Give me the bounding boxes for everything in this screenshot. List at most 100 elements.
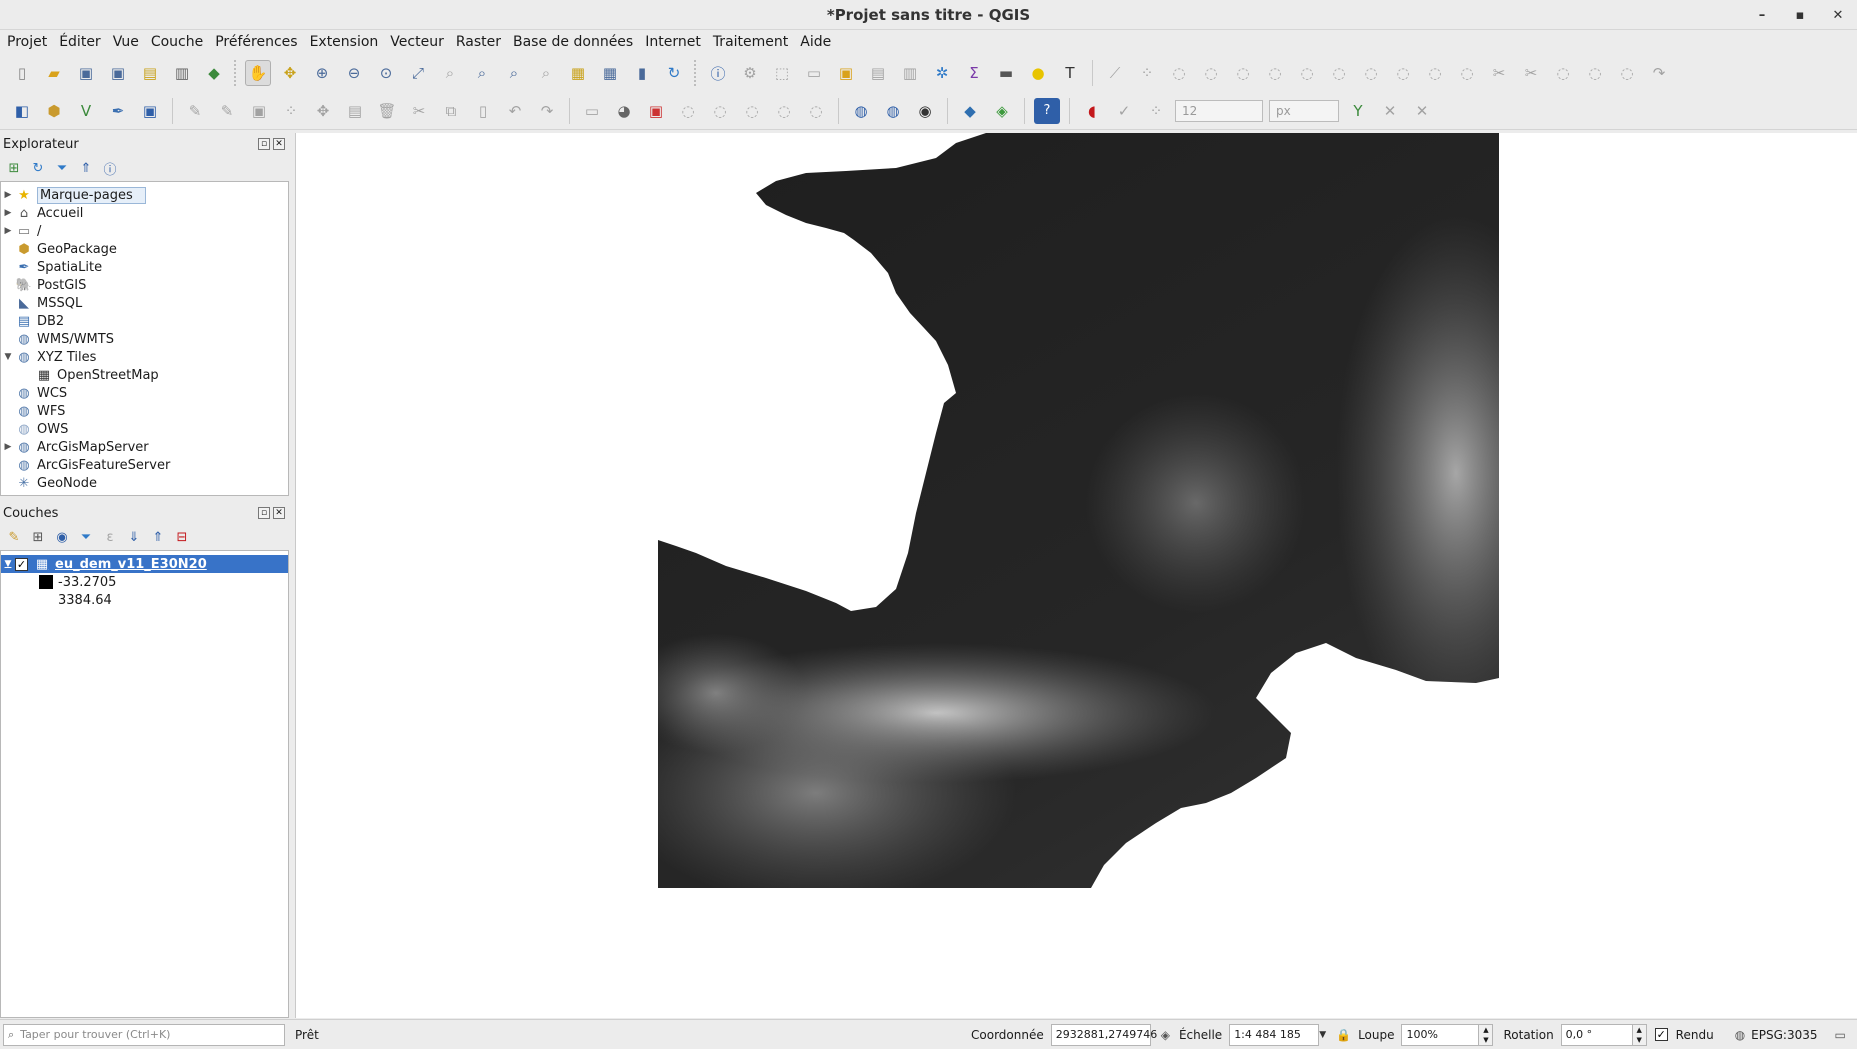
new-map-view-icon[interactable]: ▦ (565, 60, 591, 86)
browser-item-arcgismapserver[interactable]: ▶ ◍ ArcGisMapServer (1, 438, 288, 456)
float-panel-icon[interactable]: ▫ (258, 138, 270, 150)
offset-curve-icon[interactable]: ◌ (1454, 60, 1480, 86)
self-snapping-icon[interactable]: ✕ (1409, 98, 1435, 124)
undo-icon[interactable]: ↶ (502, 98, 528, 124)
new-geopackage-layer-icon[interactable]: ⬢ (41, 98, 67, 124)
topology-editing-icon[interactable]: Y (1345, 98, 1371, 124)
browser-item-geopackage[interactable]: ⬢ GeoPackage (1, 240, 288, 258)
digitize-icon[interactable]: ⟋ (1102, 60, 1128, 86)
new-virtual-layer-icon[interactable]: ▣ (137, 98, 163, 124)
snapping-unit-select[interactable]: px (1269, 99, 1339, 122)
new-print-layout-icon[interactable]: ▤ (137, 60, 163, 86)
field-calculator-icon[interactable]: ▥ (897, 60, 923, 86)
toolbox-icon[interactable]: ✲ (929, 60, 955, 86)
snapping-tolerance-field[interactable]: 12 (1175, 99, 1263, 122)
layer-labeling-icon[interactable]: ▣ (643, 98, 669, 124)
text-annotation-icon[interactable]: T (1057, 60, 1083, 86)
save-project-icon[interactable]: ▣ (73, 60, 99, 86)
menu-projet[interactable]: Projet (4, 34, 56, 50)
add-feature-icon[interactable]: ⁘ (278, 98, 304, 124)
layer-item[interactable]: ▼ ✓ ▦ eu_dem_v11_E30N20 (1, 555, 288, 573)
locator-search-input[interactable]: ⌕ Taper pour trouver (Ctrl+K) (3, 1023, 285, 1046)
expand-arrow-icon[interactable]: ▶ (1, 442, 15, 452)
geocoder-icon[interactable]: ◉ (912, 98, 938, 124)
toggle-editing-icon[interactable]: ✎ (214, 98, 240, 124)
magnifier-spinner-icon[interactable]: ▲ ▼ (1479, 1023, 1494, 1046)
reshape-icon[interactable]: ◌ (1422, 60, 1448, 86)
menu-vue[interactable]: Vue (110, 34, 148, 50)
select-by-value-icon[interactable]: ▭ (801, 60, 827, 86)
collapse-all-icon[interactable]: ⇑ (76, 158, 96, 178)
label-toolbar-icon[interactable]: ▭ (579, 98, 605, 124)
vertex-editor-icon[interactable]: ✥ (310, 98, 336, 124)
properties-icon[interactable]: ⓘ (100, 158, 120, 178)
rotate-point-icon[interactable]: ◌ (1614, 60, 1640, 86)
save-as-icon[interactable]: ▣ (105, 60, 131, 86)
snapping-type-icon[interactable]: ⁘ (1143, 98, 1169, 124)
zoom-selection-icon[interactable]: ⌕ (437, 60, 463, 86)
delete-ring-icon[interactable]: ◌ (1358, 60, 1384, 86)
cut-features-icon[interactable]: ✂ (406, 98, 432, 124)
browser-item-spatialite[interactable]: ✒ SpatiaLite (1, 258, 288, 276)
rotate-feature-icon[interactable]: ◌ (1198, 60, 1224, 86)
merge-features-icon[interactable]: ◌ (1550, 60, 1576, 86)
collapse-arrow-icon[interactable]: ▼ (1, 559, 15, 569)
new-3d-view-icon[interactable]: ▦ (597, 60, 623, 86)
copy-features-icon[interactable]: ⧉ (438, 98, 464, 124)
delete-part-icon[interactable]: ◌ (1390, 60, 1416, 86)
browser-item-db2[interactable]: ▤ DB2 (1, 312, 288, 330)
statistics-icon[interactable]: Σ (961, 60, 987, 86)
diagram-icon[interactable]: ◕ (611, 98, 637, 124)
expand-arrow-icon[interactable]: ▶ (1, 208, 15, 218)
style-manager-icon[interactable]: ◆ (201, 60, 227, 86)
add-part-icon[interactable]: ◌ (1294, 60, 1320, 86)
fill-ring-icon[interactable]: ◌ (1326, 60, 1352, 86)
menu-couche[interactable]: Couche (148, 34, 212, 50)
browser-item-wms-wmts[interactable]: ◍ WMS/WMTS (1, 330, 288, 348)
show-hide-labels-icon[interactable]: ◌ (707, 98, 733, 124)
redo-edit-icon[interactable]: ↷ (534, 98, 560, 124)
move-label-icon[interactable]: ◌ (739, 98, 765, 124)
snapping-mode-icon[interactable]: ✓ (1111, 98, 1137, 124)
current-edits-icon[interactable]: ✎ (182, 98, 208, 124)
crs-button[interactable]: EPSG:3035 (1751, 1028, 1817, 1042)
refresh-browser-icon[interactable]: ↻ (28, 158, 48, 178)
scale-combobox[interactable]: 1:4 484 185 (1229, 1023, 1320, 1046)
new-shapefile-layer-icon[interactable]: V (73, 98, 99, 124)
metasearch-icon[interactable]: ◍ (848, 98, 874, 124)
close-button[interactable]: ✕ (1819, 8, 1857, 23)
help-icon[interactable]: ? (1034, 97, 1060, 124)
minimize-button[interactable]: – (1743, 8, 1781, 23)
split-features-icon[interactable]: ✂ (1486, 60, 1512, 86)
rotation-spinner-icon[interactable]: ▲ ▼ (1632, 1023, 1647, 1046)
paste-features-icon[interactable]: ▯ (470, 98, 496, 124)
browser-item-accueil[interactable]: ▶ ⌂ Accueil (1, 204, 288, 222)
browser-item-ows[interactable]: ◍ OWS (1, 420, 288, 438)
zoom-layer-icon[interactable]: ⌕ (469, 60, 495, 86)
crs-globe-icon[interactable]: ◍ (1735, 1028, 1745, 1042)
zoom-native-icon[interactable]: ⊙ (373, 60, 399, 86)
maximize-button[interactable]: ▪ (1781, 8, 1819, 23)
scale-lock-icon[interactable]: 🔒 (1336, 1028, 1351, 1042)
add-ring-icon[interactable]: ◌ (1262, 60, 1288, 86)
browser-item-wfs[interactable]: ◍ WFS (1, 402, 288, 420)
messages-icon[interactable]: ▭ (1835, 1028, 1846, 1042)
menu-internet[interactable]: Internet (642, 34, 710, 50)
measure-icon[interactable]: ▬ (993, 60, 1019, 86)
close-panel-icon[interactable]: ✕ (273, 507, 285, 519)
identify-icon[interactable]: ⓘ (705, 60, 731, 86)
browser-item-[interactable]: ▶ ▭ / (1, 222, 288, 240)
zoom-in-icon[interactable]: ⊕ (309, 60, 335, 86)
pin-labels-icon[interactable]: ◌ (675, 98, 701, 124)
plugin-icon[interactable]: ◈ (989, 98, 1015, 124)
rotate-label-icon[interactable]: ◌ (771, 98, 797, 124)
browser-item-mssql[interactable]: ◣ MSSQL (1, 294, 288, 312)
save-edits-icon[interactable]: ▣ (246, 98, 272, 124)
menu-aide[interactable]: Aide (797, 34, 840, 50)
filter-browser-icon[interactable]: ⏷ (52, 158, 72, 178)
open-project-icon[interactable]: ▰ (41, 60, 67, 86)
menu-vecteur[interactable]: Vecteur (387, 34, 453, 50)
menu-traitement[interactable]: Traitement (710, 34, 797, 50)
rotation-field[interactable]: 0,0 ° (1560, 1023, 1633, 1046)
run-action-icon[interactable]: ⚙ (737, 60, 763, 86)
